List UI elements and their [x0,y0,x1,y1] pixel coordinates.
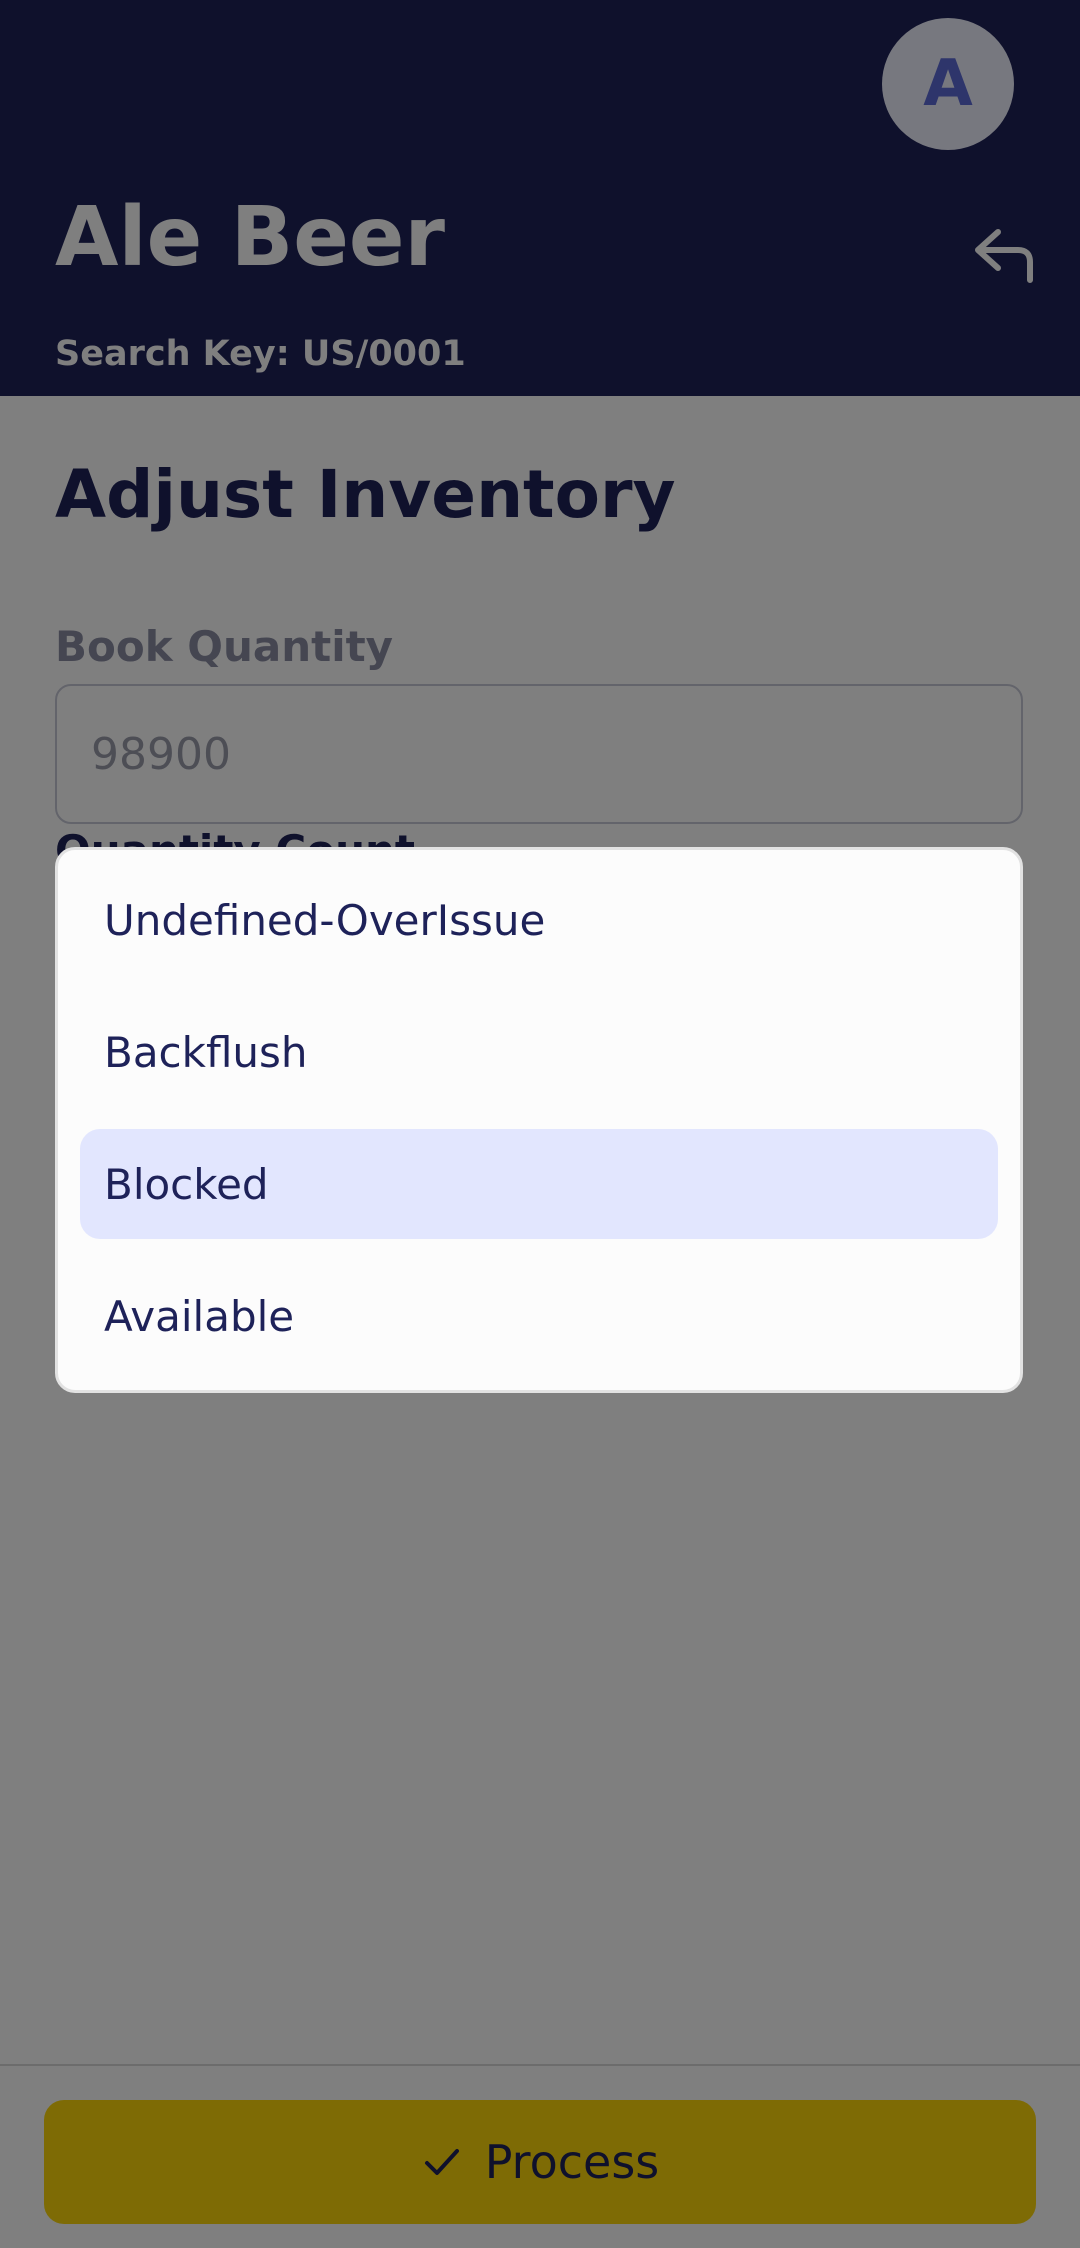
dropdown-option-blocked[interactable]: Blocked [80,1129,998,1239]
dropdown-option-backflush[interactable]: Backflush [80,997,998,1107]
dropdown-option-available[interactable]: Available [80,1261,998,1371]
app-screen: A Ale Beer Search Key: US/0001 Adjust In… [0,0,1080,2248]
reason-dropdown-menu: Undefined-OverIssue Backflush Blocked Av… [55,847,1023,1393]
dropdown-option-undefined-overissue[interactable]: Undefined-OverIssue [80,865,998,975]
